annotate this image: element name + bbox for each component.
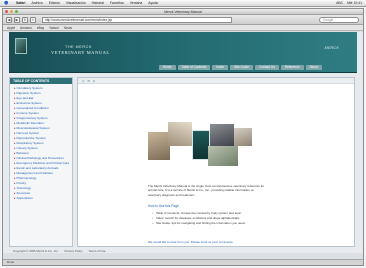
list-item: Site Guide: tips for navigating and find… [152, 221, 266, 225]
browser-window: Merck Veterinary Manual ◀ ▶ ↻ + http://w… [2, 8, 364, 266]
menu-edicion[interactable]: Edición [49, 1, 60, 5]
merck-logo[interactable]: MERCK [325, 45, 339, 50]
site-banner: THE MERCK VETERINARY MANUAL MERCK Home T… [9, 32, 357, 73]
main-content: ⎙ ✉ A The Merck Veterinary Manual is the… [77, 77, 355, 247]
how-to-use-heading[interactable]: How to Use this Page [148, 204, 179, 208]
how-to-use-list: Table of Contents: browse the manual by … [152, 211, 266, 227]
apple-icon[interactable]: ● [4, 0, 10, 6]
banner-title-line1: THE MERCK [65, 45, 92, 49]
forward-icon[interactable]: ▶ [14, 16, 20, 23]
nav-reference[interactable]: Reference [280, 65, 304, 70]
terms-link[interactable]: Terms of Use [89, 249, 106, 253]
bookmark-item[interactable]: Apple [7, 26, 15, 30]
menu-historial[interactable]: Historial [92, 1, 104, 5]
menubar-status: ABC Mié 10:41 [336, 1, 362, 5]
nav-index[interactable]: Index [212, 65, 229, 70]
system-menubar: ● Safari Archivo Edición Visualización H… [0, 0, 366, 7]
nav-site-guide[interactable]: Site Guide [230, 65, 254, 70]
add-bookmark-icon[interactable]: + [30, 16, 36, 23]
horse-photo [148, 132, 170, 160]
intro-paragraph: The Merck Veterinary Manual is the singl… [148, 184, 265, 197]
nav-home[interactable]: Home [159, 65, 176, 70]
page-footer: Copyright © 2005 Merck & Co., Inc. Priva… [9, 248, 357, 254]
toc-sidebar: TABLE OF CONTENTS Circulatory SystemDige… [9, 77, 73, 247]
bird-photo [234, 128, 252, 146]
copyright-text: Copyright © 2005 Merck & Co., Inc. [13, 249, 59, 253]
cattle-photo [208, 146, 238, 166]
manual-book-logo [15, 38, 27, 54]
print-icon[interactable]: ⎙ [82, 79, 84, 83]
banner-title-line2: VETERINARY MANUAL [51, 50, 110, 55]
menu-archivo[interactable]: Archivo [31, 1, 42, 5]
bookmark-item[interactable]: Yahoo! [49, 26, 59, 30]
privacy-link[interactable]: Privacy Policy [65, 249, 83, 253]
toc-list: Circulatory SystemDigestive SystemEye an… [10, 84, 72, 201]
menu-app-name[interactable]: Safari [16, 1, 25, 5]
status-bar: Done [3, 259, 363, 265]
nav-contact-us[interactable]: Contact Us [255, 65, 279, 70]
address-bar[interactable]: http://www.merckvetmanual.com/mvm/index.… [42, 16, 232, 23]
toc-item[interactable]: Appendices [14, 196, 72, 201]
nav-table-of-contents[interactable]: Table of Contents [177, 65, 211, 70]
feedback-link[interactable]: We would like to hear from you. Please s… [148, 240, 266, 244]
back-icon[interactable]: ◀ [6, 16, 12, 23]
bookmark-item[interactable]: Amazon [20, 26, 32, 30]
bookmarks-bar: Apple Amazon eBay Yahoo! News [3, 25, 363, 31]
site-nav: Home Table of Contents Index Site Guide … [159, 65, 322, 70]
menubar-clock[interactable]: Mié 10:41 [347, 1, 362, 5]
text-size-icon[interactable]: A [93, 79, 95, 83]
animal-photo-collage [148, 120, 252, 170]
browser-toolbar: ◀ ▶ ↻ + http://www.merckvetmanual.com/mv… [3, 15, 363, 25]
cat-photo [210, 124, 234, 146]
dog-photo [168, 122, 192, 146]
bookmark-item[interactable]: eBay [37, 26, 44, 30]
content-tools: ⎙ ✉ A [78, 78, 354, 84]
list-item: Index: search for diseases, conditions a… [152, 216, 266, 220]
window-titlebar[interactable]: Merck Veterinary Manual [3, 9, 363, 15]
input-menu-indicator[interactable]: ABC [336, 1, 343, 5]
menu-ayuda[interactable]: Ayuda [148, 1, 158, 5]
window-title: Merck Veterinary Manual [164, 9, 202, 14]
list-item: Table of Contents: browse the manual by … [152, 211, 266, 215]
web-page: THE MERCK VETERINARY MANUAL MERCK Home T… [3, 32, 363, 253]
nav-about[interactable]: About [305, 65, 322, 70]
reload-icon[interactable]: ↻ [22, 16, 28, 23]
menu-ventana[interactable]: Ventana [130, 1, 142, 5]
bookmark-item[interactable]: News [64, 26, 72, 30]
google-search-field[interactable]: Google [319, 16, 359, 23]
menu-visualizacion[interactable]: Visualización [66, 1, 86, 5]
email-icon[interactable]: ✉ [87, 79, 90, 83]
menu-favoritos[interactable]: Favoritos [110, 1, 124, 5]
